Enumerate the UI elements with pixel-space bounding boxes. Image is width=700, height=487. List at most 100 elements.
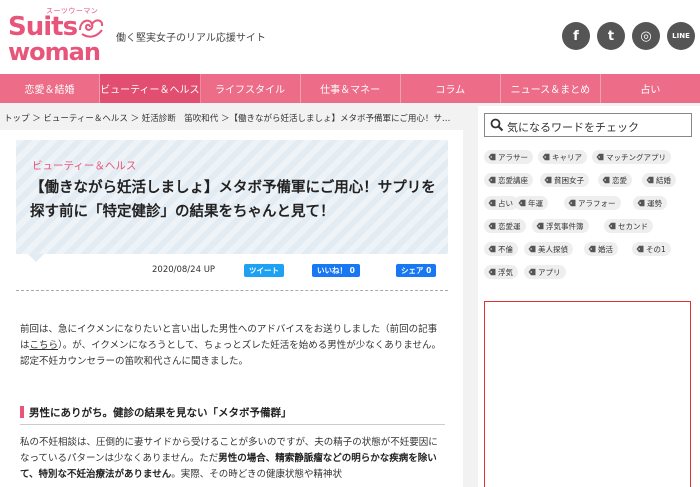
article-date: 2020/08/24 UP [152,265,216,275]
nav-item-lifestyle[interactable]: ライフスタイル [201,74,301,103]
body-text-b: 。実際、その時どきの健康状態や精神状 [171,469,342,480]
tag-icon [488,268,496,276]
keyword-tag[interactable]: アプリ [524,265,566,279]
keyword-tag[interactable]: アラフォー [564,196,621,210]
keyword-tag[interactable]: 貧困女子 [540,173,589,187]
keyword-tag-label: マッチングアプリ [606,152,666,162]
keyword-tag-label: アラフォー [578,198,616,208]
keyword-tag-label: セカンド [618,221,648,231]
keyword-tag[interactable]: 運勢 [633,196,667,210]
tag-icon [528,245,536,253]
keyword-tag-label: 不倫 [498,244,513,254]
logo-swirl-icon [79,19,104,38]
keyword-tag-label: 恋愛運 [498,221,521,231]
facebook-icon[interactable]: f [562,22,590,50]
keyword-tag-label: 美人探偵 [538,244,568,254]
tag-icon [588,245,596,253]
tag-icon [636,245,644,253]
nav-item-news[interactable]: ニュース＆まとめ [501,74,601,103]
keyword-tag[interactable]: アラサー [484,150,533,164]
keyword-tag-label: アプリ [538,267,561,277]
keyword-tag[interactable]: 恋愛講座 [484,173,533,187]
keyword-tag-label: 貧困女子 [554,175,584,185]
tag-icon [568,199,576,207]
tag-icon [518,199,526,207]
keyword-tag[interactable]: 不倫 [484,242,518,256]
keyword-tag[interactable]: 美人探偵 [524,242,573,256]
tag-icon [488,176,496,184]
keyword-tag-label: 結婚 [656,175,671,185]
tag-icon [536,222,544,230]
keyword-tag[interactable]: 婚活 [584,242,618,256]
keyword-tag[interactable]: セカンド [604,219,653,233]
like-label: いいね！ 0 [317,266,355,275]
breadcrumb[interactable]: トップ ＞ ビューティー＆ヘルス ＞ 妊活診断 笛吹和代 ＞【働きながら妊活しま… [4,112,464,124]
main-nav: 恋愛＆結婚 ビューティー＆ヘルス ライフスタイル 仕事＆マネー コラム ニュース… [0,74,700,103]
keyword-tag[interactable]: マッチングアプリ [592,150,671,164]
article-divider [16,290,448,291]
keyword-tag[interactable]: 占い [484,196,518,210]
keyword-tag[interactable]: キャリア [538,150,587,164]
nav-item-beauty-health[interactable]: ビューティー＆ヘルス [100,74,201,103]
tag-icon [637,199,645,207]
ad-frame [484,301,691,487]
tag-icon [488,222,496,230]
keyword-tag-label: アラサー [498,152,528,162]
facebook-share-button[interactable]: シェア 0 [396,264,437,277]
tweet-button[interactable]: ツイート [244,264,284,277]
tag-icon [646,176,654,184]
keyword-tag[interactable]: 浮気 [484,265,518,279]
keyword-tag-label: 恋愛講座 [498,175,528,185]
tag-icon [596,153,604,161]
keyword-tag[interactable]: 年運 [514,196,548,210]
keyword-tag-label: 恋愛 [612,175,627,185]
site-logo[interactable]: スーツウーマン Suits woman [8,6,104,66]
tag-icon [488,245,496,253]
keyword-tag[interactable]: その1 [632,242,671,256]
tag-icon [488,199,496,207]
site-header: スーツウーマン Suits woman 働く堅実女子のリアル応援サイト f t … [0,0,700,74]
section-heading-text: 男性にありがち。健診の結果を見ない「メタボ予備群」 [29,407,292,419]
article-category[interactable]: ビューティー＆ヘルス [32,158,136,173]
nav-item-love-marriage[interactable]: 恋愛＆結婚 [0,74,101,103]
line-icon[interactable]: LINE [667,22,695,50]
sidebar: 気になるワードをチェック アラサー キャリア マッチングアプリ恋愛講座 貧困女子 恋愛 結… [478,106,700,487]
keyword-tag[interactable]: 恋愛 [598,173,632,187]
logo-woman: woman [8,38,101,66]
previous-article-link[interactable]: こちら [30,340,59,351]
instagram-icon[interactable]: ◎ [632,22,660,50]
nav-item-work-money[interactable]: 仕事＆マネー [301,74,401,103]
keyword-tag-label: 占い [498,198,513,208]
keyword-tag-label: 浮気事件簿 [546,221,584,231]
keyword-tag-label: 浮気 [498,267,513,277]
article-header: ビューティー＆ヘルス 【働きながら妊活しましょ】メタボ予備軍にご用心！サプリを探… [16,140,448,262]
search-box[interactable]: 気になるワードをチェック [484,113,692,137]
section-heading: 男性にありがち。健診の結果を見ない「メタボ予備群」 [20,403,445,425]
tag-icon [602,176,610,184]
intro-text-b: ）。が、イクメンになろうとして、ちょっとズレた妊活を始める男性が少なくありません… [20,340,441,367]
search-placeholder: 気になるワードをチェック [507,121,639,134]
tag-icon [608,222,616,230]
tag-icon [488,153,496,161]
nav-item-fortune[interactable]: 占い [601,74,700,103]
tweet-label: ツイート [249,266,279,275]
keyword-tag-label: キャリア [552,152,582,162]
keyword-tag[interactable]: 結婚 [642,173,676,187]
nav-item-column[interactable]: コラム [401,74,501,103]
keyword-tag[interactable]: 恋愛運 [484,219,526,233]
heading-marker [20,406,24,418]
search-icon [490,118,504,132]
article-main: ビューティー＆ヘルス 【働きながら妊活しましょ】メタボ予備軍にご用心！サプリを探… [0,130,463,487]
article-body-paragraph: 私の不妊相談は、圧倒的に妻サイドから受けることが多いのですが、夫の精子の状態が不… [20,435,445,483]
tag-icon [544,176,552,184]
keyword-tag-label: 運勢 [647,198,662,208]
twitter-icon[interactable]: t [597,22,625,50]
article-intro-paragraph: 前回は、急にイクメンになりたいと言い出した男性へのアドバイスをお送りしました（前… [20,322,445,370]
tag-icon [528,268,536,276]
keyword-tag-label: 婚活 [598,244,613,254]
keyword-tag[interactable]: 浮気事件簿 [532,219,589,233]
like-button[interactable]: いいね！ 0 [312,264,360,277]
tag-icon [542,153,550,161]
article-meta: 2020/08/24 UP ツイート いいね！ 0 シェア 0 [16,262,448,278]
keyword-tag-label: その1 [646,244,666,254]
